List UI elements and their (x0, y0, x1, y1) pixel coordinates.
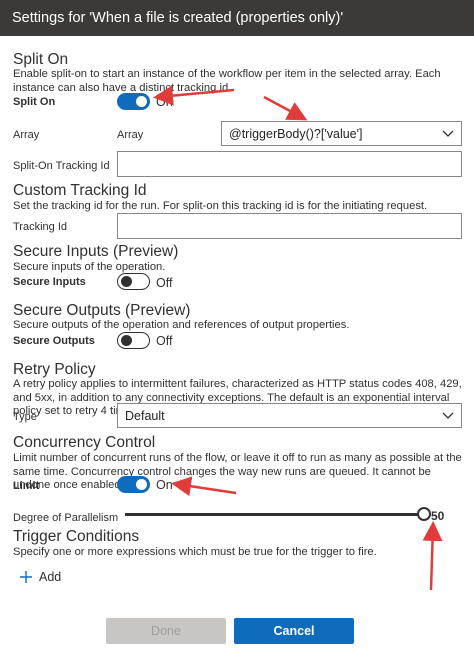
retry-type-select[interactable]: Default (117, 403, 462, 428)
custom-tracking-heading: Custom Tracking Id (13, 182, 147, 199)
split-on-tracking-label: Split-On Tracking Id (13, 160, 110, 172)
secure-inputs-toggle-label: Secure Inputs (13, 276, 86, 288)
split-on-toggle-label: Split On (13, 96, 56, 108)
secure-outputs-toggle[interactable] (117, 332, 150, 349)
split-on-tracking-input[interactable] (117, 151, 462, 177)
secure-inputs-heading: Secure Inputs (Preview) (13, 243, 179, 260)
arrow-parallelism (422, 521, 443, 591)
split-on-heading: Split On (13, 51, 69, 68)
done-button[interactable]: Done (106, 618, 226, 644)
slider-track (125, 513, 424, 516)
concurrency-limit-toggle[interactable] (117, 476, 150, 493)
array-select-value: @triggerBody()?['value'] (229, 127, 363, 141)
toggle-knob (136, 479, 147, 490)
secure-inputs-toggle[interactable] (117, 273, 150, 290)
cancel-button[interactable]: Cancel (234, 618, 354, 644)
retry-type-label: Type (13, 411, 37, 423)
concurrency-description: Limit number of concurrent runs of the f… (13, 452, 462, 491)
arrow-array (263, 95, 308, 121)
plus-icon (20, 571, 32, 583)
split-on-description: Enable split-on to start an instance of … (13, 68, 441, 94)
toggle-knob (121, 276, 132, 287)
window-title: Settings for 'When a file is created (pr… (0, 0, 474, 36)
add-condition-button[interactable]: Add (19, 568, 61, 586)
array-select[interactable]: @triggerBody()?['value'] (221, 121, 462, 146)
secure-outputs-description: Secure outputs of the operation and refe… (13, 319, 350, 331)
retry-type-value: Default (125, 409, 165, 423)
slider-thumb[interactable] (417, 507, 431, 521)
secure-outputs-heading: Secure Outputs (Preview) (13, 302, 191, 319)
concurrency-toggle-label: Limit (13, 480, 40, 492)
array-inner-label: Array (117, 129, 144, 141)
tracking-id-label: Tracking Id (13, 221, 68, 233)
parallelism-label: Degree of Parallelism (13, 512, 119, 524)
tracking-id-input[interactable] (117, 213, 462, 239)
toggle-knob (136, 96, 147, 107)
chevron-down-icon (442, 130, 454, 137)
split-on-toggle[interactable] (117, 93, 150, 110)
parallelism-slider[interactable] (125, 506, 431, 522)
add-condition-label: Add (39, 570, 62, 584)
concurrency-toggle-state: On (156, 478, 173, 492)
custom-tracking-description: Set the tracking id for the run. For spl… (13, 200, 428, 212)
toggle-knob (121, 335, 132, 346)
secure-outputs-toggle-state: Off (156, 334, 173, 348)
trigger-conditions-description: Specify one or more expressions which mu… (13, 546, 377, 558)
array-label: Array (13, 129, 40, 141)
parallelism-value: 50 (431, 509, 445, 523)
chevron-down-icon (442, 412, 454, 419)
retry-heading: Retry Policy (13, 361, 96, 378)
concurrency-heading: Concurrency Control (13, 434, 156, 451)
split-on-toggle-state: On (156, 95, 173, 109)
trigger-conditions-heading: Trigger Conditions (13, 528, 140, 545)
secure-outputs-toggle-label: Secure Outputs (13, 335, 95, 347)
secure-inputs-toggle-state: Off (156, 276, 173, 290)
